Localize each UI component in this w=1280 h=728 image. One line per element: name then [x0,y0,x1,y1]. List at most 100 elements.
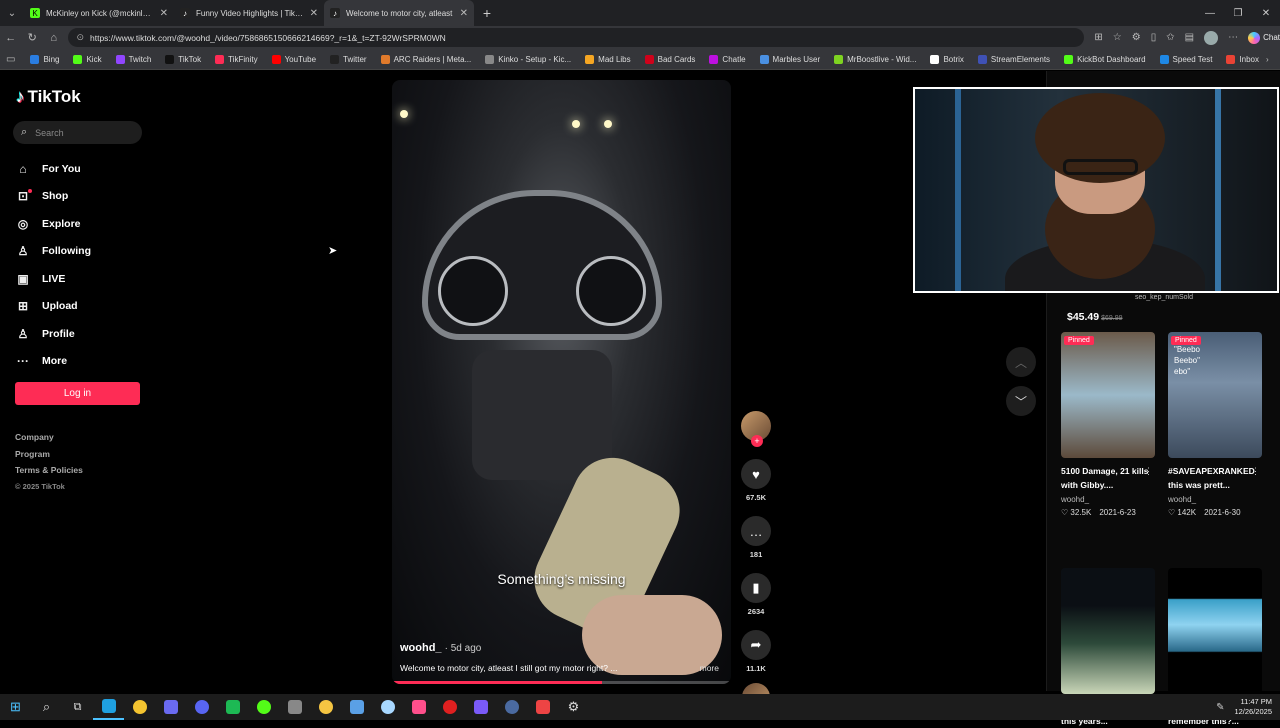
app-red-icon[interactable] [434,694,465,720]
search-icon[interactable]: ⌕ [31,694,62,720]
discord-icon[interactable] [186,694,217,720]
app-light-icon[interactable] [372,694,403,720]
sidebar-item-shop[interactable]: ⊡ Shop [16,183,91,211]
footer-terms[interactable]: Terms & Policies [15,465,83,482]
app-grey-icon[interactable] [279,694,310,720]
video-card[interactable]: Pinned 5100 Damage, 21 kills with Gibby..… [1061,332,1155,517]
comment-action[interactable]: … 181 [738,516,774,559]
app-icon[interactable] [155,694,186,720]
collections-icon[interactable]: ▤ [1185,32,1194,43]
bookmark-item[interactable]: TikFinity [208,54,264,64]
edge-icon[interactable] [93,694,124,720]
bookmark-item[interactable]: Chatle [702,54,752,64]
footer-company[interactable]: Company [15,432,83,449]
bookmark-item[interactable]: Inbox [1219,54,1266,64]
sidebar-item-following[interactable]: ♙ Following [16,238,91,266]
bookmark-folder-icon[interactable]: ▭ [6,54,23,65]
bookmark-item[interactable]: Twitter [323,54,374,64]
close-tab-icon[interactable]: ✕ [460,8,468,19]
bookmark-item[interactable]: Speed Test [1153,54,1220,64]
video-card-author[interactable]: woohd_ [1061,495,1155,504]
bookmark-item[interactable]: TikTok [158,54,208,64]
folder-icon[interactable] [310,694,341,720]
clock[interactable]: 11:47 PM 12/26/2025 [1234,697,1272,717]
login-button[interactable]: Log in [15,382,140,405]
bookmark-item[interactable]: StreamElements [971,54,1057,64]
bookmark-item[interactable]: ARC Raiders | Meta... [374,54,479,64]
kebab-menu-icon[interactable]: ⋮ [1144,466,1153,477]
chrome-icon[interactable] [124,694,155,720]
extensions-icon[interactable]: ⚙ [1132,32,1141,43]
url-field[interactable]: ⊙ https://www.tiktok.com/@woohd_/video/7… [68,28,1085,47]
close-window-icon[interactable]: ✕ [1252,8,1280,19]
bookmark-item[interactable]: YouTube [265,54,323,64]
profile-avatar[interactable] [1204,30,1219,45]
video-thumbnail[interactable]: Pinned [1061,332,1155,458]
pen-icon[interactable]: ✎ [1216,702,1224,713]
browser-tab[interactable]: ♪ Welcome to motor city, atleast ✕ [324,0,474,26]
comment-icon[interactable]: … [741,516,771,546]
heart-icon[interactable]: ♥ [741,459,771,489]
app-pink-icon[interactable] [403,694,434,720]
sidebar-item-more[interactable]: ··· More [16,348,91,376]
start-icon[interactable]: ⊞ [0,694,31,720]
minimize-icon[interactable]: — [1196,8,1224,19]
sidebar-item-for-you[interactable]: ⌂ For You [16,155,91,183]
reload-icon[interactable]: ↻ [21,31,42,44]
video-thumbnail[interactable] [1061,568,1155,694]
bookmark-item[interactable]: KickBot Dashboard [1057,54,1152,64]
spotify-icon[interactable] [217,694,248,720]
copilot-chat-button[interactable]: Chat [1248,31,1280,44]
app-blue-icon[interactable] [341,694,372,720]
bookmark-item[interactable]: MrBoostlive - Wid... [827,54,923,64]
restore-icon[interactable]: ❐ [1224,8,1252,19]
bookmark-item[interactable]: Kinko - Setup - Kic... [478,54,578,64]
sidebar-item-explore[interactable]: ◎ Explore [16,210,91,238]
like-action[interactable]: ♥ 67.5K [738,459,774,502]
tiktok-logo[interactable]: ♪ TikTok [16,87,81,107]
settings-icon[interactable]: ⚙ [558,694,589,720]
video-card-author[interactable]: woohd_ [1168,495,1262,504]
bookmark-item[interactable]: Twitch [109,54,159,64]
app-dark-icon[interactable] [496,694,527,720]
tab-list-chevron-icon[interactable]: ⌄ [0,0,24,26]
sidebar-item-live[interactable]: ▣ LIVE [16,265,91,293]
task-view-icon[interactable]: ⧉ [62,694,93,720]
video-thumbnail[interactable]: Pinned "Beebo Beebo" ebo" [1168,332,1262,458]
sidebar-item-upload[interactable]: ⊞ Upload [16,293,91,321]
video-author[interactable]: woohd_ · 5d ago [400,642,481,654]
favorites-icon[interactable]: ✩ [1166,32,1174,43]
share-action[interactable]: ➦ 11.1K [738,630,774,673]
sidebar-item-profile[interactable]: ♙ Profile [16,320,91,348]
more-link[interactable]: more [700,663,719,673]
browser-tab[interactable]: ♪ Funny Video Highlights | TikTok ✕ [174,0,324,26]
menu-dots-icon[interactable]: ⋯ [1228,32,1238,43]
save-action[interactable]: ▮ 2634 [738,573,774,616]
back-icon[interactable]: ← [0,32,21,44]
search-input[interactable]: ⌕ Search [13,121,142,144]
video-card[interactable]: Pinned "Beebo Beebo" ebo" #SAVEAPEXRANKED … [1168,332,1262,517]
close-tab-icon[interactable]: ✕ [160,8,168,19]
video-progress-bar[interactable] [392,681,731,684]
previous-video-chevron-up-icon[interactable]: ︿ [1006,347,1036,377]
close-tab-icon[interactable]: ✕ [310,8,318,19]
next-video-chevron-down-icon[interactable]: ﹀ [1006,386,1036,416]
bookmark-item[interactable]: Mad Libs [578,54,637,64]
app-outline-icon[interactable] [527,694,558,720]
reader-icon[interactable]: ⊞ [1094,32,1102,43]
creator-avatar[interactable]: + [741,411,771,447]
kebab-menu-icon[interactable]: ⋮ [1251,466,1260,477]
home-browser-icon[interactable]: ⌂ [43,32,64,44]
video-player[interactable]: Something’s missing woohd_ · 5d ago Welc… [392,80,731,684]
browser-tab[interactable]: K McKinley on Kick (@mckinley.tv) | ✕ [24,0,174,26]
bookmark-item[interactable]: Bad Cards [638,54,703,64]
follow-plus-icon[interactable]: + [751,435,763,447]
video-thumbnail[interactable] [1168,568,1262,694]
favorite-star-icon[interactable]: ☆ [1113,32,1122,43]
new-tab-button[interactable]: + [474,5,500,21]
app-purple-icon[interactable] [465,694,496,720]
bookmark-item[interactable]: Botrix [923,54,970,64]
bookmark-icon[interactable]: ▮ [741,573,771,603]
site-info-icon[interactable]: ⊙ [76,32,84,43]
footer-program[interactable]: Program [15,449,83,466]
